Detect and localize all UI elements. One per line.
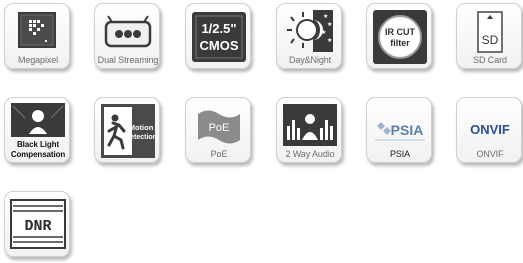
ir-cut-line1: IR CUT: [385, 27, 415, 37]
ir-cut-filter-icon: IR CUT filter: [373, 10, 427, 64]
two-way-audio-caption: 2 Way Audio: [285, 149, 335, 159]
motion-detection-icon: Motion Detection: [101, 104, 157, 158]
day-night-tile: ★ ★ ★ ★ Day&Night: [276, 3, 342, 69]
megapixel-caption: Megapixel: [17, 55, 59, 65]
onvif-caption: ONVIF: [476, 149, 504, 159]
psia-inner: PSIA: [391, 122, 424, 138]
psia-tile: PSIA PSIA: [366, 97, 432, 163]
onvif-tile: ONVIF ONVIF: [456, 97, 522, 163]
cmos-tile: 1/2.5" CMOS: [185, 3, 251, 69]
dual-streaming-caption: Dual Streaming: [97, 55, 159, 65]
day-night-caption: Day&Night: [288, 55, 332, 65]
two-way-audio-tile: 2 Way Audio: [276, 97, 342, 163]
backlight-tile: Black Light Compensation: [4, 97, 70, 163]
svg-text:★: ★: [327, 21, 332, 28]
poe-inner: PoE: [209, 122, 230, 134]
dnr-tile: DNR: [4, 191, 70, 257]
megapixel-tile: Megapixel: [4, 3, 70, 69]
poe-tile: PoE PoE: [185, 97, 251, 163]
onvif-inner: ONVIF: [470, 122, 510, 137]
svg-text:★: ★: [323, 13, 328, 20]
ir-cut-line2: filter: [390, 38, 410, 48]
dual-streaming-tile: Dual Streaming: [94, 3, 160, 69]
dnr-inner: DNR: [24, 218, 51, 235]
backlight-caption-line2: Compensation: [10, 150, 66, 159]
motion-line1: Motion: [129, 123, 154, 132]
sd-card-caption: SD Card: [473, 55, 507, 65]
sd-card-tile: SD SD Card: [456, 3, 522, 69]
sd-card-inner: SD: [482, 33, 499, 47]
motion-line2: Detection: [125, 134, 157, 141]
poe-caption: PoE: [210, 149, 228, 159]
psia-caption: PSIA: [389, 149, 411, 159]
backlight-caption-line1: Black Light: [16, 140, 60, 149]
dnr-icon: DNR: [10, 199, 66, 249]
cmos-line2: CMOS: [200, 38, 239, 53]
ir-cut-tile: IR CUT filter: [366, 3, 432, 69]
svg-text:★: ★: [321, 29, 326, 36]
cmos-line1: 1/2.5": [201, 21, 236, 36]
cmos-sensor-icon: 1/2.5" CMOS: [192, 12, 246, 62]
motion-detection-tile: Motion Detection: [94, 97, 160, 163]
svg-text:★: ★: [327, 37, 332, 44]
